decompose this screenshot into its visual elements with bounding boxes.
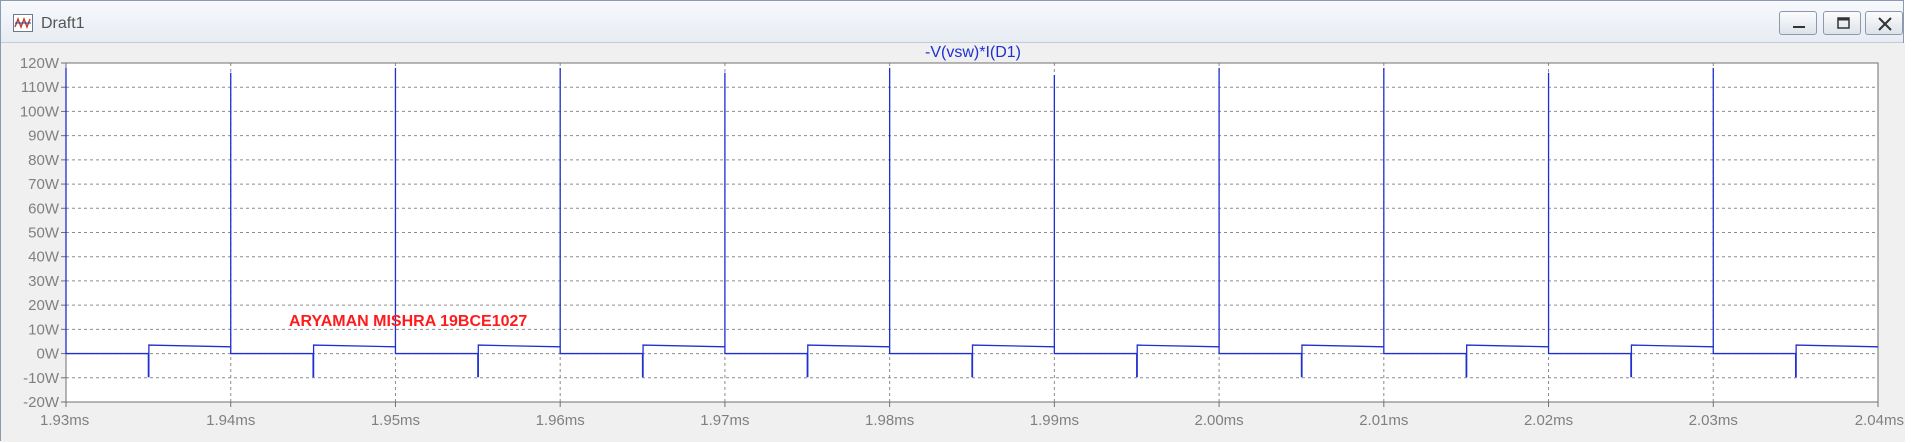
y-tick-label: -10W	[23, 370, 60, 387]
chart-title[interactable]: -V(vsw)*I(D1)	[925, 44, 1021, 61]
y-tick-label: 20W	[28, 297, 60, 314]
x-tick-label: 1.97ms	[700, 412, 749, 429]
x-axis-ticks: 1.93ms 1.94ms 1.95ms 1.96ms 1.97ms 1.98ms 1.99…	[40, 402, 1904, 429]
y-tick-label: 10W	[28, 321, 60, 338]
x-tick-label: 1.93ms	[40, 412, 89, 429]
restore-button[interactable]	[1823, 11, 1861, 35]
y-tick-label: 120W	[20, 55, 60, 72]
y-tick-label: 70W	[28, 176, 60, 193]
y-tick-label: 90W	[28, 128, 60, 145]
x-tick-label: 2.00ms	[1194, 412, 1243, 429]
plot-area[interactable]: -20W -10W 0W 10W 20W 30W 40W 50W 60W 70W 80W 90W 100…	[1, 43, 1905, 442]
chart-annotation: ARYAMAN MISHRA 19BCE1027	[289, 313, 527, 330]
x-tick-label: 1.94ms	[206, 412, 255, 429]
restore-icon	[1837, 17, 1850, 29]
x-tick-label: 1.98ms	[865, 412, 914, 429]
y-tick-label: 0W	[37, 346, 60, 363]
title-bar[interactable]: Draft1	[1, 1, 1903, 43]
y-tick-label: 110W	[21, 79, 60, 96]
y-tick-label: 100W	[20, 103, 60, 120]
close-icon	[1878, 17, 1892, 31]
x-tick-label: 1.95ms	[371, 412, 420, 429]
close-button[interactable]	[1865, 11, 1903, 35]
x-tick-label: 2.03ms	[1689, 412, 1738, 429]
waveform-window: Draft1 -20W -10W 0W 10W 20W 30W 40W 50W 60W 70W 80…	[0, 0, 1905, 442]
minimize-button[interactable]	[1779, 11, 1817, 35]
y-tick-label: 30W	[28, 273, 60, 290]
y-tick-label: 50W	[28, 225, 60, 242]
y-axis-ticks: -20W -10W 0W 10W 20W 30W 40W 50W 60W 70W 80W 90W 100…	[20, 55, 66, 411]
window-title: Draft1	[41, 15, 85, 32]
y-tick-label: 80W	[28, 152, 60, 169]
x-tick-label: 1.96ms	[536, 412, 585, 429]
x-tick-label: 1.99ms	[1030, 412, 1079, 429]
x-tick-label: 2.01ms	[1359, 412, 1408, 429]
y-tick-label: 40W	[28, 249, 60, 266]
x-tick-label: 2.02ms	[1524, 412, 1573, 429]
y-tick-label: 60W	[28, 200, 60, 217]
x-tick-label: 2.04ms	[1855, 412, 1904, 429]
minimize-icon	[1793, 26, 1805, 28]
y-tick-label: -20W	[23, 394, 60, 411]
ltspice-waveform-icon	[13, 14, 33, 32]
waveform-chart[interactable]: -20W -10W 0W 10W 20W 30W 40W 50W 60W 70W 80W 90W 100…	[1, 43, 1905, 442]
